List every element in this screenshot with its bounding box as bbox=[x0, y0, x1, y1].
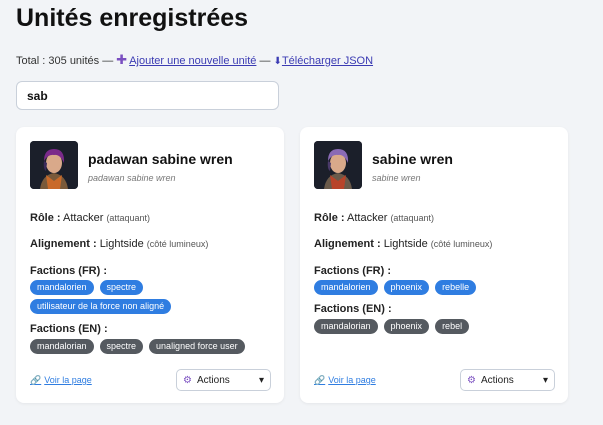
actions-dropdown[interactable]: ⚙ Actions ▾ bbox=[460, 369, 555, 391]
role-row: Rôle : Attacker (attaquant) bbox=[314, 212, 434, 224]
faction-tag[interactable]: mandalorien bbox=[30, 280, 94, 295]
role-value: Attacker bbox=[347, 212, 388, 224]
role-value: Attacker bbox=[63, 212, 104, 224]
alignment-label: Alignement : bbox=[314, 238, 381, 250]
view-page-label: Voir la page bbox=[328, 375, 376, 385]
factions-en-heading: Factions (EN) : bbox=[314, 303, 392, 315]
faction-tag[interactable]: utilisateur de la force non aligné bbox=[30, 299, 172, 314]
alignment-value: Lightside bbox=[383, 238, 428, 250]
actions-label: Actions bbox=[480, 374, 514, 386]
avatar bbox=[30, 141, 78, 189]
download-icon: ⬇ bbox=[273, 56, 282, 67]
faction-tag[interactable]: phoenix bbox=[383, 280, 430, 295]
total-count: Total : 305 unités — bbox=[16, 55, 114, 67]
factions-en-tags: mandalorian spectre unaligned force user bbox=[30, 339, 274, 354]
role-row: Rôle : Attacker (attaquant) bbox=[30, 212, 150, 224]
role-label: Rôle : bbox=[30, 212, 61, 224]
factions-en-heading: Factions (EN) : bbox=[30, 323, 108, 335]
page-title: Unités enregistrées bbox=[16, 4, 249, 32]
faction-tag[interactable]: unaligned force user bbox=[149, 339, 245, 354]
alignment-value: Lightside bbox=[99, 238, 144, 250]
view-page-link[interactable]: 🔗 Voir la page bbox=[314, 375, 376, 386]
alignment-row: Alignement : Lightside (côté lumineux) bbox=[314, 238, 492, 250]
factions-fr-heading: Factions (FR) : bbox=[30, 265, 107, 277]
alignment-translation: (côté lumineux) bbox=[430, 239, 493, 249]
unit-subname: sabine wren bbox=[372, 173, 421, 183]
faction-tag[interactable]: rebelle bbox=[435, 280, 477, 295]
factions-fr-tags: mandalorien phoenix rebelle bbox=[314, 280, 558, 295]
unit-name: sabine wren bbox=[372, 151, 453, 167]
unit-name: padawan sabine wren bbox=[88, 151, 233, 167]
factions-en-tags: mandalorian phoenix rebel bbox=[314, 319, 558, 334]
unit-card: padawan sabine wren padawan sabine wren … bbox=[16, 127, 284, 403]
factions-en-label: Factions (EN) : bbox=[30, 323, 108, 335]
view-page-label: Voir la page bbox=[44, 375, 92, 385]
faction-tag[interactable]: spectre bbox=[99, 280, 144, 295]
faction-tag[interactable]: mandalorian bbox=[30, 339, 94, 354]
alignment-translation: (côté lumineux) bbox=[146, 239, 209, 249]
gear-icon: ⚙ bbox=[183, 374, 192, 386]
separator: — bbox=[259, 55, 271, 67]
role-translation: (attaquant) bbox=[390, 213, 434, 223]
download-json-link[interactable]: Télécharger JSON bbox=[282, 55, 373, 67]
link-icon: 🔗 bbox=[314, 375, 326, 385]
alignment-label: Alignement : bbox=[30, 238, 97, 250]
factions-en-label: Factions (EN) : bbox=[314, 303, 392, 315]
unit-card: sabine wren sabine wren Rôle : Attacker … bbox=[300, 127, 568, 403]
link-icon: 🔗 bbox=[30, 375, 42, 385]
avatar bbox=[314, 141, 362, 189]
plus-icon: ✚ bbox=[116, 52, 128, 67]
add-unit-link[interactable]: Ajouter une nouvelle unité bbox=[129, 55, 256, 67]
view-page-link[interactable]: 🔗 Voir la page bbox=[30, 375, 92, 386]
actions-dropdown[interactable]: ⚙ Actions ▾ bbox=[176, 369, 271, 391]
faction-tag[interactable]: rebel bbox=[435, 319, 470, 334]
factions-fr-label: Factions (FR) : bbox=[314, 265, 391, 277]
unit-subname: padawan sabine wren bbox=[88, 173, 176, 183]
role-translation: (attaquant) bbox=[106, 213, 150, 223]
search-input[interactable] bbox=[16, 81, 279, 110]
factions-fr-label: Factions (FR) : bbox=[30, 265, 107, 277]
role-label: Rôle : bbox=[314, 212, 345, 224]
faction-tag[interactable]: spectre bbox=[99, 339, 144, 354]
faction-tag[interactable]: mandalorien bbox=[314, 280, 378, 295]
chevron-down-icon: ▾ bbox=[258, 374, 264, 386]
faction-tag[interactable]: mandalorian bbox=[314, 319, 378, 334]
gear-icon: ⚙ bbox=[467, 374, 476, 386]
faction-tag[interactable]: phoenix bbox=[383, 319, 430, 334]
alignment-row: Alignement : Lightside (côté lumineux) bbox=[30, 238, 208, 250]
factions-fr-tags: mandalorien spectre utilisateur de la fo… bbox=[30, 280, 274, 314]
actions-label: Actions bbox=[196, 374, 230, 386]
chevron-down-icon: ▾ bbox=[542, 374, 548, 386]
factions-fr-heading: Factions (FR) : bbox=[314, 265, 391, 277]
summary-line: Total : 305 unités — ✚ Ajouter une nouvel… bbox=[16, 52, 373, 68]
